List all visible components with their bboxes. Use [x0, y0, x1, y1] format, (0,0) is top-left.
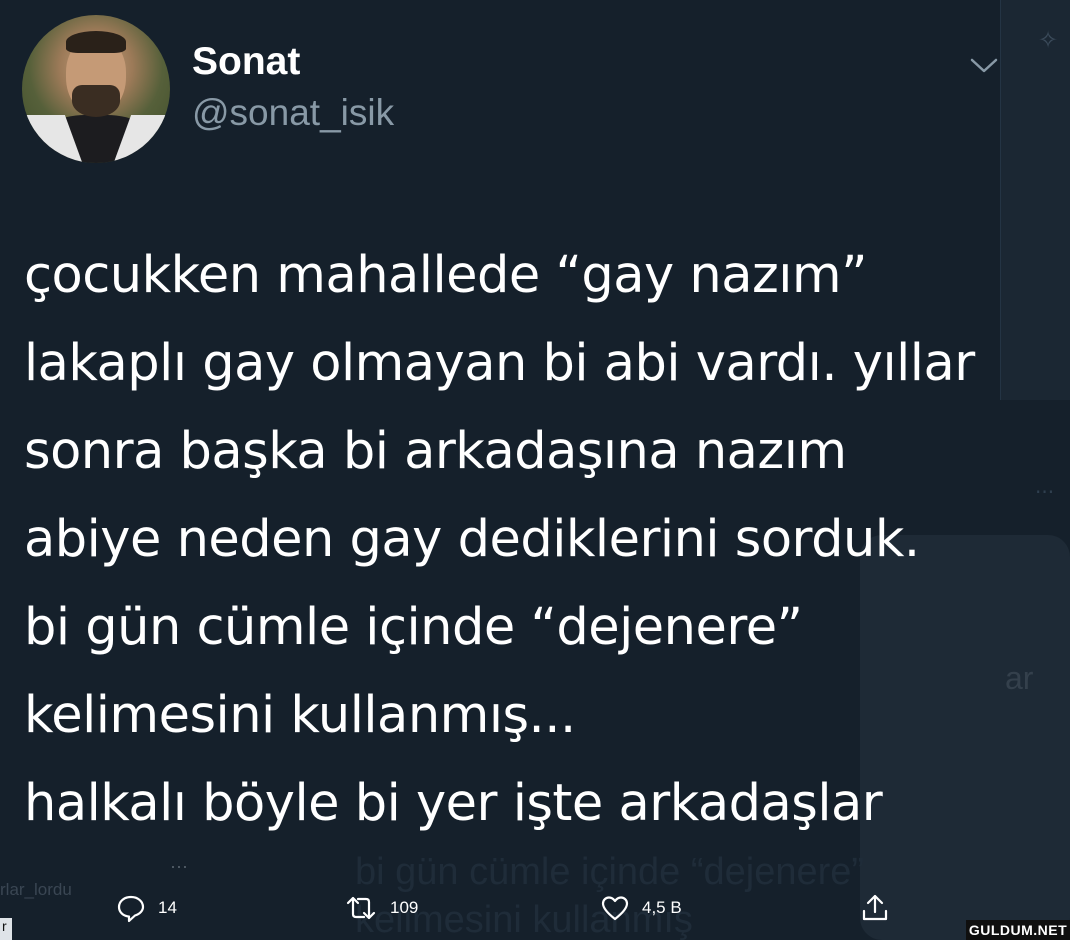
reply-count: 14 — [158, 898, 177, 917]
tweet-card: Sonat @sonat_isik çocukken mahallede “ga… — [0, 0, 1010, 940]
avatar[interactable] — [22, 15, 170, 163]
tweet-text: çocukken mahallede “gay nazım” lakaplı g… — [24, 232, 984, 848]
tweet-line: abiye neden gay dediklerini sorduk. — [24, 510, 920, 569]
tweet-line: kelimesini kullanmış... — [24, 686, 576, 745]
watermark: GULDUM.NET — [966, 920, 1070, 940]
tweet-line: lakaplı gay olmayan bi abi vardı. yıllar — [24, 334, 975, 393]
share-button[interactable] — [860, 888, 890, 928]
tweet-actions: 14 109 4,5 B — [0, 888, 1010, 928]
user-handle[interactable]: @sonat_isik — [192, 92, 394, 134]
retweet-button[interactable]: 109 — [344, 888, 418, 928]
tweet-line: halkalı böyle bi yer işte arkadaşlar — [24, 774, 883, 833]
reply-icon — [116, 893, 146, 923]
background-side-panel — [1000, 0, 1070, 400]
tweet-line: çocukken mahallede “gay nazım” — [24, 246, 868, 305]
chevron-down-icon[interactable] — [964, 52, 1004, 80]
tweet-line: bi gün cümle içinde “dejenere” — [24, 598, 803, 657]
reply-button[interactable]: 14 — [116, 888, 177, 928]
retweet-icon — [344, 894, 378, 922]
retweet-count: 109 — [390, 898, 419, 917]
like-count: 4,5 B — [642, 898, 682, 917]
heart-icon — [600, 894, 630, 922]
more-dots-icon: ··· — [1035, 480, 1055, 504]
like-button[interactable]: 4,5 B — [600, 888, 682, 928]
tweet-line: sonra başka bi arkadaşına nazım — [24, 422, 847, 481]
sparkle-icon: ✧ — [1038, 26, 1059, 54]
display-name[interactable]: Sonat — [192, 40, 300, 84]
share-icon — [860, 893, 890, 923]
